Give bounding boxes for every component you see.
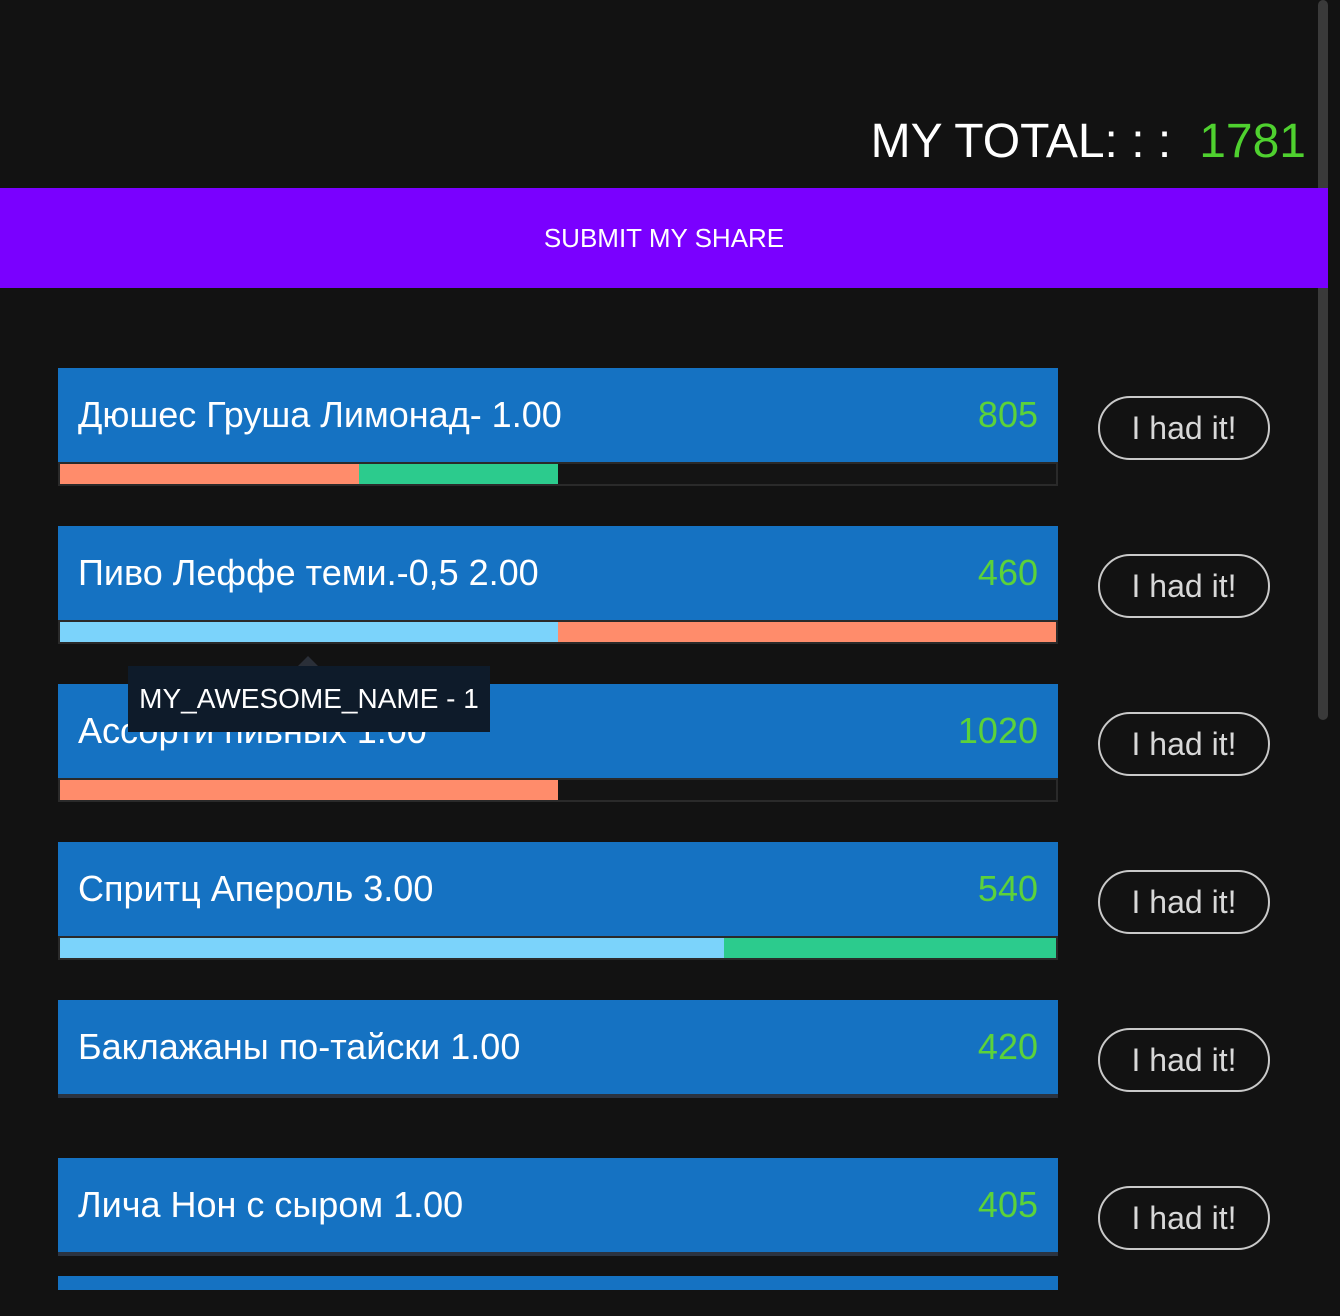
item-name: Пиво Леффе теми.-0,5 2.00 — [78, 552, 539, 593]
item-list: Дюшес Груша Лимонад- 1.00 805 I had it! Пив… — [58, 368, 1298, 1316]
list-item: Баклажаны по-тайски 1.00 420 I had it! — [58, 1000, 1298, 1158]
item-card: Пиво Леффе теми.-0,5 2.00 460 — [58, 526, 1058, 644]
had-it-button[interactable]: I had it! — [1098, 1186, 1270, 1250]
had-it-button[interactable]: I had it! — [1098, 870, 1270, 934]
item-price: 405 — [977, 1184, 1038, 1225]
list-item: Дюшес Груша Лимонад- 1.00 805 I had it! — [58, 368, 1298, 526]
had-it-button[interactable]: I had it! — [1098, 396, 1270, 460]
had-it-button[interactable]: I had it! — [1098, 1028, 1270, 1092]
item-card: Лича Нон с сыром 1.00 405 — [58, 1158, 1058, 1256]
header: MY TOTAL: : : 1781 — [0, 0, 1318, 188]
item-price: 420 — [977, 1026, 1038, 1067]
item-header: Спритц Апероль 3.00 540 — [58, 842, 1058, 936]
item-header: Баклажаны по-тайски 1.00 420 — [58, 1000, 1058, 1094]
item-price: 805 — [977, 394, 1038, 435]
share-segment[interactable] — [60, 622, 558, 642]
share-segment[interactable] — [724, 938, 1056, 958]
item-card: Дюшес Груша Лимонад- 1.00 805 — [58, 368, 1058, 486]
list-item: Пиво Леффе теми.-0,5 2.00 460 I had it! — [58, 526, 1298, 684]
item-price: 1020 — [957, 710, 1038, 751]
had-it-button[interactable]: I had it! — [1098, 554, 1270, 618]
item-price: 540 — [977, 868, 1038, 909]
share-segment[interactable] — [60, 464, 359, 484]
share-bar — [58, 462, 1058, 486]
list-item: Лича Нон с сыром 1.00 405 I had it! — [58, 1158, 1298, 1316]
tooltip-arrow — [298, 656, 318, 666]
tooltip: MY_AWESOME_NAME - 1 — [128, 666, 490, 732]
total-value: 1781 — [1199, 115, 1306, 168]
item-header: Пиво Леффе теми.-0,5 2.00 460 — [58, 526, 1058, 620]
item-name: Спритц Апероль 3.00 — [78, 868, 434, 909]
list-item: Спритц Апероль 3.00 540 I had it! — [58, 842, 1298, 1000]
had-it-button[interactable]: I had it! — [1098, 712, 1270, 776]
item-name: Лича Нон с сыром 1.00 — [78, 1184, 464, 1225]
share-bar — [58, 1252, 1058, 1256]
my-total: MY TOTAL: : : 1781 — [871, 112, 1306, 172]
item-header: Лича Нон с сыром 1.00 405 — [58, 1158, 1058, 1252]
item-card: Баклажаны по-тайски 1.00 420 — [58, 1000, 1058, 1098]
item-price: 460 — [977, 552, 1038, 593]
share-segment[interactable] — [60, 938, 725, 958]
share-segment[interactable] — [60, 780, 558, 800]
item-name: Дюшес Груша Лимонад- 1.00 — [78, 394, 562, 435]
item-name: Баклажаны по-тайски 1.00 — [78, 1026, 521, 1067]
share-bar — [58, 620, 1058, 644]
submit-share-button[interactable]: SUBMIT MY SHARE — [0, 188, 1328, 288]
item-card: Спритц Апероль 3.00 540 — [58, 842, 1058, 960]
share-segment[interactable] — [358, 464, 558, 484]
list-item-partial — [58, 1276, 1058, 1290]
total-label: MY TOTAL: : : — [870, 115, 1172, 168]
share-bar — [58, 936, 1058, 960]
share-bar — [58, 1094, 1058, 1098]
item-header: Дюшес Груша Лимонад- 1.00 805 — [58, 368, 1058, 462]
share-segment[interactable] — [558, 622, 1056, 642]
scrollbar[interactable] — [1318, 0, 1328, 720]
share-bar — [58, 778, 1058, 802]
